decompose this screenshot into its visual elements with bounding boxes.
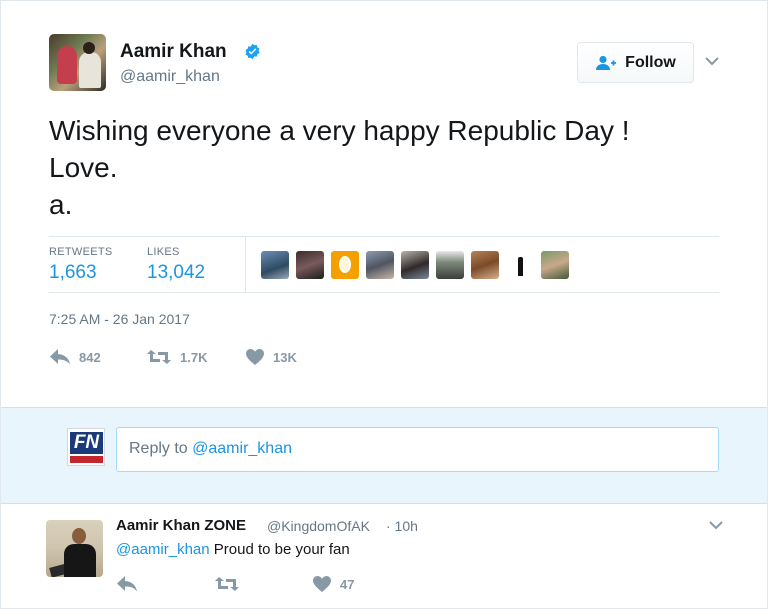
- reply-icon: [50, 349, 70, 365]
- retweets-label: RETWEETS: [49, 246, 113, 258]
- verified-icon: [245, 43, 260, 60]
- author-avatar[interactable]: [49, 34, 106, 91]
- liker-avatar[interactable]: [401, 251, 429, 279]
- reply-author-avatar[interactable]: [46, 520, 103, 577]
- reply-tweet-retweet-button[interactable]: [214, 575, 240, 593]
- liker-avatar[interactable]: [331, 251, 359, 279]
- likes-label: LIKES: [147, 246, 180, 258]
- chevron-down-icon[interactable]: [708, 519, 724, 531]
- reply-tweet-reply-button[interactable]: [116, 575, 138, 593]
- author-handle[interactable]: @aamir_khan: [120, 68, 220, 86]
- follow-button[interactable]: Follow: [577, 42, 694, 83]
- stats-separator: [245, 237, 246, 292]
- current-user-avatar[interactable]: FN: [67, 428, 105, 466]
- reply-count: 842: [79, 349, 101, 365]
- retweet-count: 1.7K: [180, 349, 208, 365]
- follow-button-label: Follow: [625, 53, 676, 71]
- like-button[interactable]: 13K: [245, 348, 297, 366]
- like-count: 13K: [273, 349, 297, 365]
- retweet-icon: [215, 577, 239, 591]
- chevron-down-icon[interactable]: [704, 55, 720, 67]
- reply-tweet-like-count: 47: [340, 576, 355, 592]
- likes-count[interactable]: 13,042: [147, 262, 205, 284]
- reply-time[interactable]: · 10h: [386, 518, 418, 534]
- tweet-text: Wishing everyone a very happy Republic D…: [49, 115, 630, 220]
- liker-avatar[interactable]: [471, 251, 499, 279]
- reply-input[interactable]: Reply to @aamir_khan: [116, 427, 719, 472]
- reply-mention: @aamir_khan: [192, 440, 292, 457]
- reply-author-handle[interactable]: @KingdomOfAK: [267, 518, 370, 534]
- liker-avatar[interactable]: [436, 251, 464, 279]
- liker-avatar[interactable]: [261, 251, 289, 279]
- liker-avatar[interactable]: [296, 251, 324, 279]
- author-name[interactable]: Aamir Khan: [120, 41, 227, 63]
- reply-prefix: Reply to: [129, 440, 193, 457]
- reply-tweet-like-button[interactable]: 47: [312, 575, 354, 593]
- reply-text: @aamir_khan Proud to be your fan: [116, 541, 350, 558]
- retweets-count[interactable]: 1,663: [49, 262, 97, 284]
- liker-avatar[interactable]: [366, 251, 394, 279]
- tweet-timestamp[interactable]: 7:25 AM - 26 Jan 2017: [49, 311, 190, 327]
- divider: [49, 292, 719, 293]
- follow-person-icon: [596, 55, 617, 70]
- heart-icon: [313, 576, 331, 592]
- divider: [49, 236, 719, 237]
- heart-icon: [246, 349, 264, 365]
- reply-text-body: Proud to be your fan: [209, 541, 350, 558]
- retweet-button[interactable]: 1.7K: [146, 348, 207, 366]
- liker-avatar[interactable]: [506, 251, 534, 279]
- reply-button[interactable]: 842: [49, 348, 101, 366]
- reply-text-mention[interactable]: @aamir_khan: [116, 541, 210, 558]
- retweet-icon: [147, 350, 171, 364]
- liker-avatar[interactable]: [541, 251, 569, 279]
- reply-icon: [117, 576, 137, 592]
- reply-author-name[interactable]: Aamir Khan ZONE: [116, 517, 246, 534]
